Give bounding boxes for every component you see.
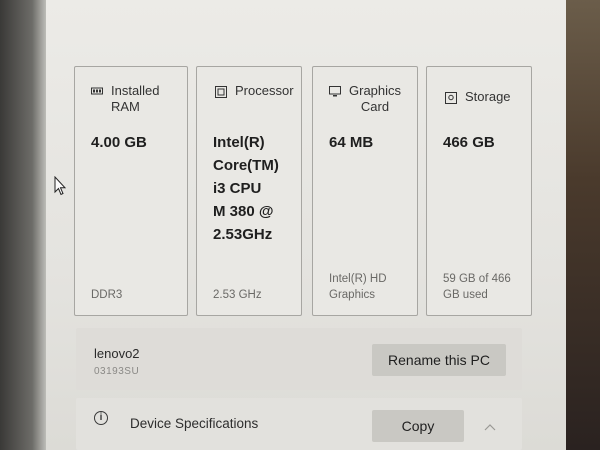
card-title: Storage <box>465 89 511 104</box>
card-graphics: Graphics Card 64 MB Intel(R) HD Graphics <box>312 66 418 316</box>
settings-window: Installed RAM 4.00 GB DDR3 Processor Int… <box>46 0 566 450</box>
card-title: Installed RAM <box>111 83 160 114</box>
monitor-icon <box>329 86 341 97</box>
card-title: Graphics Card <box>349 83 402 114</box>
card-footnote: 2.53 GHz <box>213 289 262 301</box>
card-title: Processor <box>235 83 294 98</box>
pc-subtitle: 03193SU <box>94 366 140 377</box>
processor-icon <box>215 86 227 98</box>
card-header: Installed RAM <box>91 83 187 115</box>
info-icon: i <box>94 411 108 425</box>
pc-name: lenovo2 <box>94 346 140 361</box>
card-value: Intel(R) Core(TM) i3 CPU M 380 @ 2.53GHz <box>213 134 279 243</box>
card-header: Storage <box>445 89 531 105</box>
card-header: Processor <box>215 83 301 99</box>
card-value: 4.00 GB <box>91 134 147 151</box>
mouse-cursor-icon <box>54 175 67 201</box>
card-header: Graphics Card <box>329 83 417 115</box>
card-value: 64 MB <box>329 134 374 151</box>
chevron-up-icon[interactable] <box>484 418 496 431</box>
background-edge <box>562 0 600 450</box>
disk-icon <box>445 92 457 104</box>
pc-name-panel: lenovo2 03193SU Rename this PC <box>76 328 522 390</box>
rename-pc-button[interactable]: Rename this PC <box>372 344 506 376</box>
card-footnote: 59 GB of 466 GB used <box>443 273 511 301</box>
card-storage: Storage 466 GB 59 GB of 466 GB used <box>426 66 532 316</box>
card-footnote: Intel(R) HD Graphics <box>329 273 387 301</box>
memory-icon <box>91 86 103 96</box>
device-specifications-label: Device Specifications <box>130 416 259 431</box>
card-processor: Processor Intel(R) Core(TM) i3 CPU M 380… <box>196 66 302 316</box>
card-installed-ram: Installed RAM 4.00 GB DDR3 <box>74 66 188 316</box>
screen-left-bezel <box>0 0 46 450</box>
card-value: 466 GB <box>443 134 495 151</box>
copy-button[interactable]: Copy <box>372 410 464 442</box>
card-footnote: DDR3 <box>91 289 123 301</box>
